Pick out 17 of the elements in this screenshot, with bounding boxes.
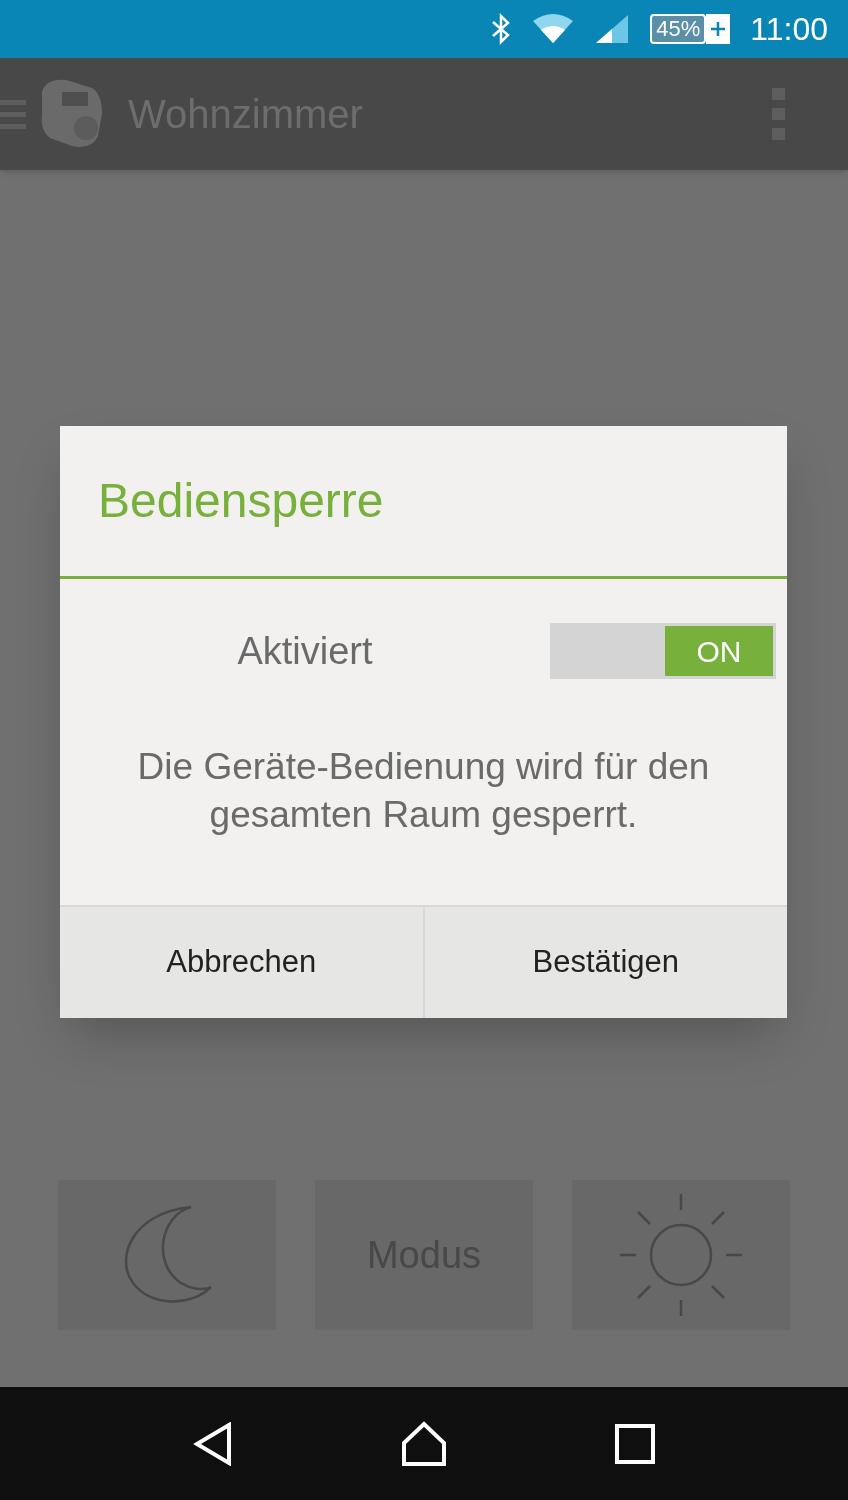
- dialog-title: Bediensperre: [98, 473, 384, 529]
- home-icon[interactable]: [400, 1420, 448, 1467]
- sun-icon: [618, 1192, 744, 1318]
- dialog-message: Die Geräte-Bedienung wird für den gesamten Raum gesperrt.: [136, 745, 711, 837]
- setting-label: Aktiviert: [236, 628, 374, 674]
- battery-level: 45%: [650, 14, 707, 44]
- toggle-knob: ON: [665, 626, 773, 676]
- confirm-button[interactable]: Bestätigen: [422, 907, 787, 1018]
- back-icon[interactable]: [193, 1421, 234, 1466]
- clock: 11:00: [750, 10, 828, 49]
- signal-icon: [594, 13, 631, 45]
- cancel-button[interactable]: Abbrechen: [60, 907, 423, 1018]
- day-button[interactable]: [572, 1180, 790, 1330]
- night-button[interactable]: [58, 1180, 276, 1330]
- charging-icon: [706, 14, 731, 44]
- wifi-icon: [532, 13, 575, 45]
- recents-icon[interactable]: [614, 1423, 655, 1464]
